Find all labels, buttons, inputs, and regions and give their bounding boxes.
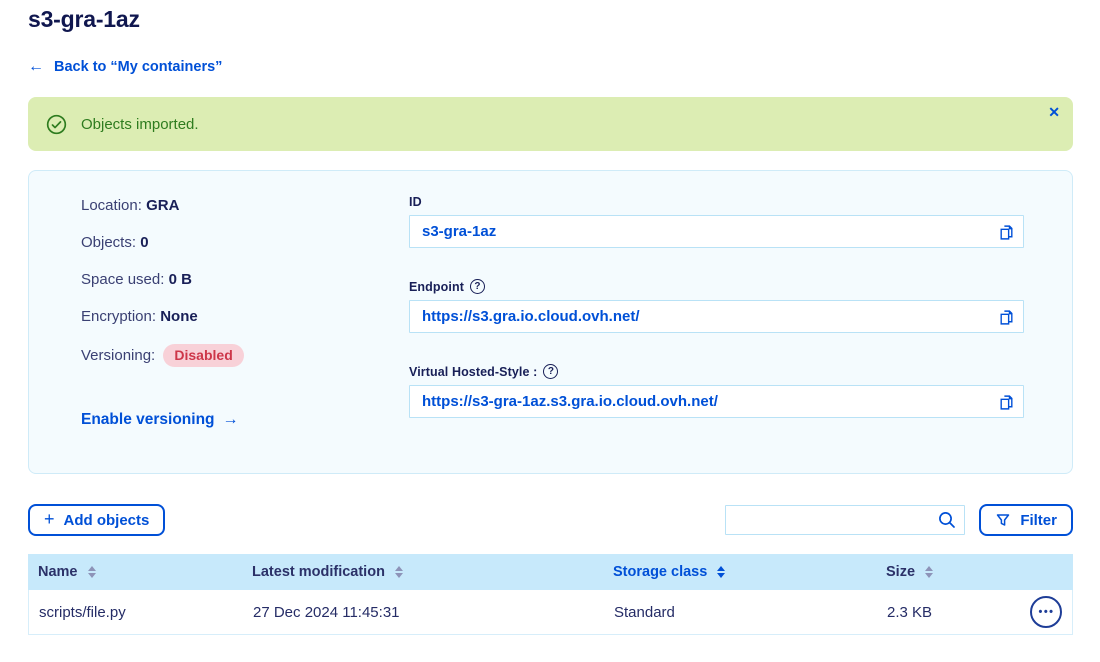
field-endpoint: Endpoint ? xyxy=(409,279,1024,333)
success-banner: Objects imported. ✕ xyxy=(28,97,1073,151)
back-link-label: Back to “My containers” xyxy=(54,59,222,75)
column-header-latest-modification[interactable]: Latest modification xyxy=(252,564,613,580)
stat-space-used: Space used: 0 B xyxy=(81,270,409,289)
close-icon[interactable]: ✕ xyxy=(1048,105,1060,119)
field-label-virtual-hosted-style: Virtual Hosted-Style : xyxy=(409,365,537,379)
column-header-name[interactable]: Name xyxy=(28,564,252,580)
cell-name: scripts/file.py xyxy=(29,604,253,621)
column-label: Name xyxy=(38,564,78,580)
row-actions-button[interactable]: ••• xyxy=(1030,596,1062,628)
copy-virtual-hosted-style-button[interactable] xyxy=(993,389,1019,415)
cell-latest-modification: 27 Dec 2024 11:45:31 xyxy=(253,604,614,621)
container-info-panel: Location: GRA Objects: 0 Space used: 0 B… xyxy=(28,170,1073,474)
stat-versioning: Versioning: Disabled xyxy=(81,344,409,367)
copy-endpoint-button[interactable] xyxy=(993,304,1019,330)
objects-table: Name Latest modification Storage class S… xyxy=(28,554,1073,635)
arrow-right-icon: → xyxy=(223,411,239,429)
ellipsis-icon: ••• xyxy=(1038,606,1054,618)
copy-icon xyxy=(998,394,1015,411)
stat-label: Objects: xyxy=(81,234,136,251)
column-label: Storage class xyxy=(613,564,707,580)
stat-value: GRA xyxy=(146,197,179,214)
help-icon[interactable]: ? xyxy=(543,364,558,379)
versioning-status-badge: Disabled xyxy=(163,344,243,367)
help-icon[interactable]: ? xyxy=(470,279,485,294)
filter-icon xyxy=(995,512,1011,528)
column-header-size[interactable]: Size xyxy=(886,564,1073,580)
page: s3-gra-1az ← Back to “My containers” Obj… xyxy=(0,6,1100,635)
arrow-left-icon: ← xyxy=(28,59,44,75)
stat-encryption: Encryption: None xyxy=(81,307,409,326)
stat-label: Location: xyxy=(81,197,142,214)
cell-size: 2.3 KB ••• xyxy=(887,596,1072,628)
enable-versioning-label: Enable versioning xyxy=(81,411,215,429)
page-title: s3-gra-1az xyxy=(28,6,1073,33)
field-label-id: ID xyxy=(409,195,422,209)
stat-label: Versioning: xyxy=(81,347,155,364)
id-input[interactable] xyxy=(409,215,1024,248)
search-icon[interactable] xyxy=(937,510,957,535)
sort-icon[interactable] xyxy=(717,566,725,578)
enable-versioning-link[interactable]: Enable versioning → xyxy=(81,411,239,429)
filter-label: Filter xyxy=(1020,512,1057,529)
stat-location: Location: GRA xyxy=(81,196,409,215)
filter-button[interactable]: Filter xyxy=(979,504,1073,536)
add-objects-button[interactable]: + Add objects xyxy=(28,504,165,536)
column-header-storage-class[interactable]: Storage class xyxy=(613,564,886,580)
stat-value: None xyxy=(160,308,198,325)
search-box xyxy=(725,505,965,535)
column-label: Latest modification xyxy=(252,564,385,580)
sort-icon[interactable] xyxy=(88,566,96,578)
plus-icon: + xyxy=(44,510,55,528)
sort-icon[interactable] xyxy=(925,566,933,578)
field-id: ID xyxy=(409,195,1024,248)
objects-toolbar: + Add objects Filter xyxy=(28,504,1073,536)
size-value: 2.3 KB xyxy=(887,604,932,621)
check-circle-icon xyxy=(46,114,67,135)
virtual-hosted-style-input[interactable] xyxy=(409,385,1024,418)
container-endpoints: ID Endpoint ? xyxy=(409,195,1024,473)
search-input[interactable] xyxy=(725,505,965,535)
stat-objects: Objects: 0 xyxy=(81,233,409,252)
column-label: Size xyxy=(886,564,915,580)
table-header-row: Name Latest modification Storage class S… xyxy=(28,554,1073,590)
stat-value: 0 xyxy=(140,234,148,251)
stat-label: Space used: xyxy=(81,271,164,288)
add-objects-label: Add objects xyxy=(64,512,150,529)
cell-storage-class: Standard xyxy=(614,604,887,621)
back-link[interactable]: ← Back to “My containers” xyxy=(28,59,222,75)
container-stats: Location: GRA Objects: 0 Space used: 0 B… xyxy=(81,195,409,473)
stat-label: Encryption: xyxy=(81,308,156,325)
sort-icon[interactable] xyxy=(395,566,403,578)
copy-icon xyxy=(998,224,1015,241)
field-virtual-hosted-style: Virtual Hosted-Style : ? xyxy=(409,364,1024,418)
field-label-endpoint: Endpoint xyxy=(409,280,464,294)
banner-message: Objects imported. xyxy=(81,116,199,133)
endpoint-input[interactable] xyxy=(409,300,1024,333)
table-row[interactable]: scripts/file.py 27 Dec 2024 11:45:31 Sta… xyxy=(28,590,1073,635)
copy-id-button[interactable] xyxy=(993,219,1019,245)
copy-icon xyxy=(998,309,1015,326)
stat-value: 0 B xyxy=(169,271,192,288)
